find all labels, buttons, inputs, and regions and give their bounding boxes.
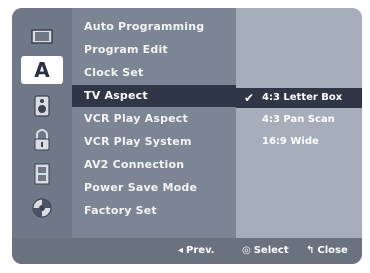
language-a-icon[interactable]: A bbox=[21, 56, 63, 84]
option-4-3-pan-scan[interactable]: 4:3 Pan Scan bbox=[236, 110, 362, 130]
menu-item-vcr-play-aspect[interactable]: VCR Play Aspect bbox=[72, 108, 236, 130]
menu-item-factory-set[interactable]: Factory Set bbox=[72, 200, 236, 222]
menu-item-power-save-mode[interactable]: Power Save Mode bbox=[72, 177, 236, 199]
prev-hint[interactable]: ◂ Prev. bbox=[178, 245, 215, 256]
option-4-3-letter-box[interactable]: ✔ 4:3 Letter Box bbox=[236, 88, 362, 108]
checkmark-icon: ✔ bbox=[244, 91, 255, 105]
menu-item-vcr-play-system[interactable]: VCR Play System bbox=[72, 131, 236, 153]
prev-label: Prev. bbox=[186, 245, 215, 256]
speaker-icon[interactable] bbox=[21, 92, 63, 120]
close-label: Close bbox=[317, 245, 348, 256]
option-label: 16:9 Wide bbox=[262, 136, 319, 147]
return-arrow-icon: ↰ bbox=[306, 245, 315, 256]
select-label: Select bbox=[253, 245, 289, 256]
menu-item-program-edit[interactable]: Program Edit bbox=[72, 39, 236, 61]
film-icon[interactable] bbox=[21, 160, 63, 188]
settings-menu: Auto Programming Program Edit Clock Set … bbox=[72, 8, 236, 238]
menu-item-auto-programming[interactable]: Auto Programming bbox=[72, 16, 236, 38]
submenu-options: ✔ 4:3 Letter Box 4:3 Pan Scan 16:9 Wide bbox=[236, 8, 362, 238]
menu-item-av2-connection[interactable]: AV2 Connection bbox=[72, 154, 236, 176]
footer-hints: ◂ Prev. ◎ Select ↰ Close bbox=[12, 238, 362, 264]
select-hint[interactable]: ◎ Select bbox=[242, 245, 289, 256]
lock-icon[interactable] bbox=[21, 126, 63, 154]
menu-item-tv-aspect[interactable]: TV Aspect bbox=[72, 85, 236, 107]
category-sidebar: A bbox=[12, 8, 72, 238]
option-16-9-wide[interactable]: 16:9 Wide bbox=[236, 132, 362, 152]
option-label: 4:3 Pan Scan bbox=[262, 114, 335, 125]
settings-disc-icon[interactable] bbox=[21, 194, 63, 222]
disc-icon[interactable] bbox=[21, 22, 63, 50]
setup-menu-screen: A Auto Programming Program Edit Clock Se… bbox=[12, 8, 362, 264]
select-button-icon: ◎ bbox=[242, 245, 251, 256]
menu-item-clock-set[interactable]: Clock Set bbox=[72, 62, 236, 84]
option-label: 4:3 Letter Box bbox=[262, 92, 343, 103]
close-hint[interactable]: ↰ Close bbox=[306, 245, 348, 256]
left-arrow-icon: ◂ bbox=[178, 245, 184, 256]
